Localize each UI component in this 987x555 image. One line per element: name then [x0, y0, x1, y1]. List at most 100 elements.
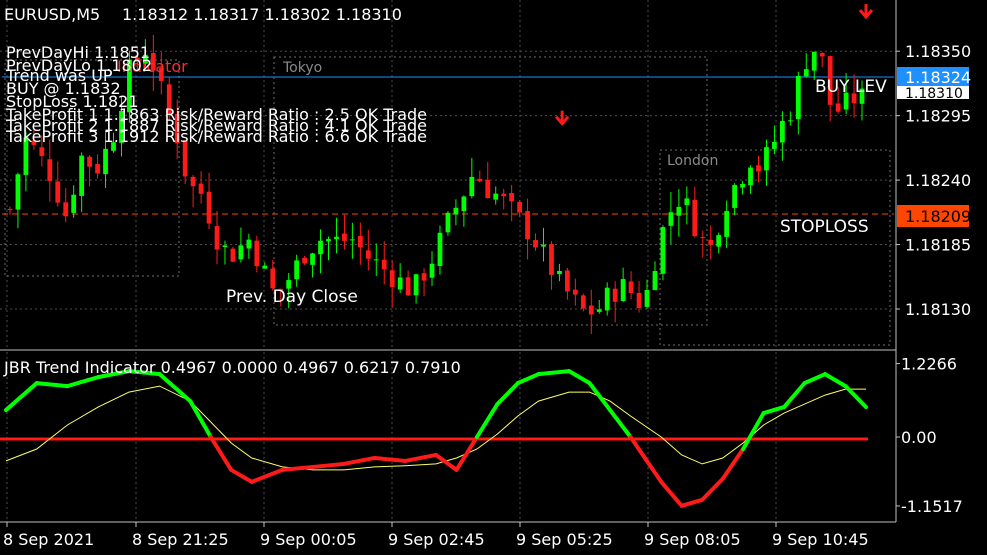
ind-tick-label-0: 1.2266: [901, 355, 957, 374]
tokyo-session-label: Tokyo: [282, 60, 322, 76]
candle-body: [238, 245, 244, 260]
candle-body: [15, 174, 21, 210]
price-tick-label-1: 1.18295: [905, 107, 971, 126]
candle-body: [787, 120, 793, 122]
candle-body: [365, 250, 371, 259]
candle-body: [811, 51, 817, 71]
candle-body: [389, 270, 395, 288]
candle-body: [525, 211, 530, 240]
candle-body: [47, 159, 53, 182]
candle-body: [588, 305, 594, 315]
candle-body: [509, 193, 515, 202]
candle-body: [318, 240, 323, 255]
price-tick-label-0: 1.18350: [905, 42, 971, 61]
candle-body: [310, 253, 315, 265]
time-tick-label-1: 8 Sep 21:25: [132, 530, 229, 549]
candle-body: [708, 239, 714, 245]
candle-body: [724, 211, 730, 237]
ind-tick-label-2: -1.1517: [901, 497, 963, 516]
candle-body: [461, 196, 467, 212]
london-session-label: London: [667, 153, 718, 169]
candle-body: [692, 199, 698, 237]
current-price-badge-text: 1.18310: [905, 86, 963, 102]
candle-body: [596, 309, 602, 312]
candle-body: [294, 260, 300, 280]
candle-body: [437, 232, 443, 267]
candle-body: [373, 259, 379, 261]
candle-body: [246, 239, 252, 249]
candle-body: [501, 193, 507, 197]
trade-info-line-7: TakeProfit 3 1.1912 Risk/Reward Ratio : …: [5, 127, 427, 146]
price-tick-label-3: 1.18185: [905, 236, 971, 255]
candle-body: [565, 270, 570, 292]
price-tick-label-2: 1.18240: [905, 171, 971, 190]
time-tick-label-2: 9 Sep 00:05: [260, 530, 357, 549]
candle-body: [334, 236, 339, 240]
candle-body: [628, 281, 634, 294]
candle-body: [357, 235, 363, 248]
time-tick-label-5: 9 Sep 08:05: [644, 530, 741, 549]
candle-body: [660, 227, 666, 274]
symbol-timeframe: EURUSD,M5: [4, 5, 100, 24]
candle-body: [477, 178, 483, 182]
candle-body: [7, 208, 13, 210]
candle-body: [668, 212, 674, 226]
candle-body: [63, 202, 69, 217]
time-tick-label-3: 9 Sep 02:45: [388, 530, 485, 549]
buy-price-badge-text: 1.18324: [905, 68, 971, 87]
candle-body: [469, 176, 475, 197]
candle-body: [230, 248, 236, 262]
price-tick-label-4: 1.18130: [905, 300, 971, 319]
candle-body: [819, 52, 825, 57]
candle-body: [270, 268, 276, 289]
time-tick-label-4: 9 Sep 05:25: [516, 530, 613, 549]
candle-body: [421, 273, 427, 281]
candle-body: [445, 212, 451, 233]
candle-body: [541, 244, 546, 247]
candle-body: [222, 245, 228, 248]
candle-body: [644, 290, 650, 307]
indicator-title: JBR Trend Indicator 0.4967 0.0000 0.4967…: [3, 358, 461, 377]
mt4-chart[interactable]: Tokyo London Indicator PrevDayHi 1.1851P…: [0, 0, 987, 555]
candle-body: [350, 239, 355, 241]
candle-body: [71, 194, 77, 213]
candle-body: [413, 274, 419, 296]
time-tick-label-6: 9 Sep 10:45: [772, 530, 869, 549]
candle-body: [493, 193, 499, 200]
candle-body: [39, 147, 45, 157]
candle-body: [533, 240, 538, 248]
candle-body: [79, 155, 85, 196]
candle-body: [405, 277, 411, 296]
candle-body: [95, 164, 100, 174]
candle-body: [190, 176, 196, 187]
candle-body: [756, 165, 761, 172]
candle-body: [748, 167, 753, 186]
candle-body: [485, 179, 491, 199]
candle-body: [549, 243, 554, 275]
candle-body: [254, 240, 260, 267]
time-tick-label-0: 8 Sep 2021: [3, 530, 94, 549]
candle-body: [716, 235, 722, 247]
candle-body: [381, 259, 387, 270]
candle-body: [740, 183, 745, 188]
candle-body: [206, 191, 212, 224]
candle-body: [835, 103, 841, 112]
candle-body: [302, 257, 307, 264]
candle-body: [580, 295, 586, 309]
candle-body: [780, 120, 785, 143]
candle-body: [397, 277, 403, 290]
prev-day-close-label: Prev. Day Close: [226, 287, 358, 307]
candle-body: [652, 271, 658, 291]
candle-body: [612, 288, 618, 302]
candle-body: [214, 225, 220, 250]
candle-body: [620, 279, 626, 301]
candle-body: [103, 148, 108, 175]
candle-body: [700, 237, 706, 239]
candle-body: [262, 265, 268, 269]
candle-body: [429, 263, 435, 278]
candle-body: [342, 233, 347, 241]
ind-tick-label-1: 0.00: [901, 428, 937, 447]
candle-body: [684, 198, 690, 206]
candle-body: [803, 69, 809, 77]
stoploss-price-badge-text: 1.18209: [905, 207, 971, 226]
